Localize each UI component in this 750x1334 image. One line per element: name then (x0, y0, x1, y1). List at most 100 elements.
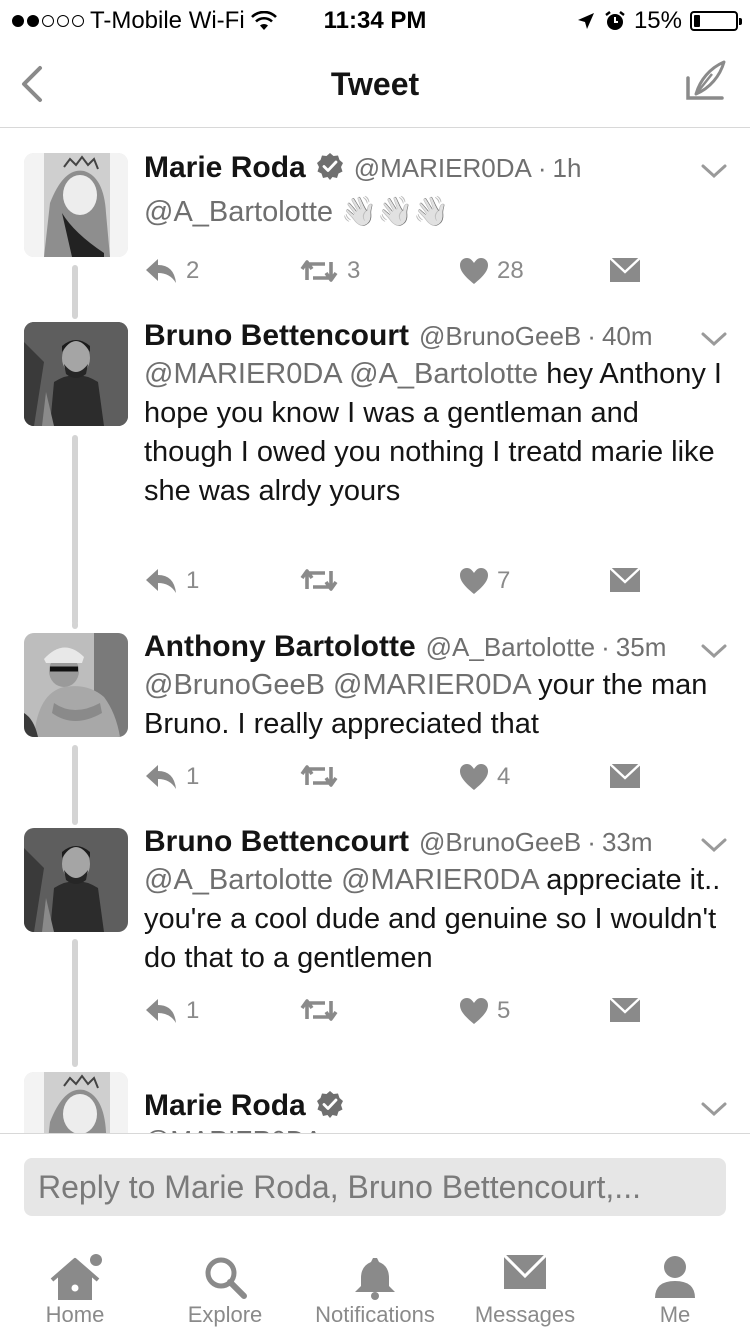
tweet-text: @A_Bartolotte 👋🏻👋🏻👋🏻 (144, 193, 722, 232)
reply-input[interactable]: Reply to Marie Roda, Bruno Bettencourt,.… (24, 1158, 726, 1216)
reply-count: 1 (186, 997, 200, 1024)
separator-dot: · (601, 632, 610, 662)
conversation-timeline[interactable]: Marie Roda @MARIER0DA · 1h @A_Bartolotte… (0, 129, 750, 1133)
author-handle[interactable]: @MARIER0DA (144, 1125, 322, 1133)
retweet-action[interactable]: 3 (299, 257, 360, 285)
mention-links[interactable]: @A_Bartolotte (144, 196, 333, 228)
avatar[interactable] (24, 322, 128, 426)
retweet-action[interactable] (299, 997, 347, 1023)
author-handle[interactable]: @BrunoGeeB (419, 321, 581, 352)
tab-home-label: Home (45, 1302, 105, 1327)
author-name[interactable]: Marie Roda (144, 1089, 306, 1123)
status-bar: T-Mobile Wi-Fi 11:34 PM 15% (0, 0, 750, 40)
home-icon (50, 1254, 102, 1300)
thread-connector (72, 621, 78, 629)
tweet-actions: 2 3 28 (144, 257, 664, 293)
tweet[interactable]: Marie Roda @MARIER0DA · 1h @A_Bartolotte… (0, 129, 750, 317)
author-name[interactable]: Bruno Bettencourt (144, 319, 409, 353)
avatar[interactable] (24, 828, 128, 932)
avatar[interactable] (24, 153, 128, 257)
author-name[interactable]: Marie Roda (144, 151, 306, 185)
tab-me[interactable]: Me (600, 1236, 750, 1334)
tweet[interactable]: Bruno Bettencourt @BrunoGeeB · 33m @A_Ba… (0, 817, 750, 1067)
alarm-clock-icon (605, 11, 625, 30)
tab-notifications[interactable]: Notifications (300, 1236, 450, 1334)
heart-icon (460, 764, 488, 790)
avatar[interactable] (24, 1072, 128, 1133)
battery-icon (690, 11, 742, 31)
tweet-timestamp: 33m (601, 827, 653, 857)
chevron-down-icon[interactable] (700, 329, 728, 349)
author-name[interactable]: Anthony Bartolotte (144, 630, 416, 664)
retweet-action[interactable] (299, 763, 347, 789)
like-action[interactable]: 5 (459, 997, 510, 1025)
reply-icon (146, 765, 176, 789)
compose-feather-icon[interactable] (682, 58, 728, 104)
tweet-text: @BrunoGeeB @MARIER0DA your the man Bruno… (144, 666, 722, 744)
mention-links[interactable]: @A_Bartolotte @MARIER0DA (144, 864, 538, 896)
retweet-count: 3 (347, 257, 361, 284)
tweet-timestamp: 35m (615, 632, 667, 662)
navigation-bar: Tweet (0, 40, 750, 128)
chevron-down-icon[interactable] (700, 641, 728, 661)
like-action[interactable]: 7 (459, 567, 510, 595)
like-count: 7 (497, 567, 511, 594)
tweet-text: @MARIER0DA @A_Bartolotte hey Anthony I h… (144, 355, 722, 511)
separator-dot: · (587, 827, 596, 857)
tab-explore[interactable]: Explore (150, 1236, 300, 1334)
bell-icon (355, 1258, 395, 1300)
tweet[interactable]: Anthony Bartolotte @A_Bartolotte · 35m @… (0, 621, 750, 823)
author-name[interactable]: Bruno Bettencourt (144, 825, 409, 859)
direct-message-action[interactable] (609, 257, 641, 283)
tab-home[interactable]: Home (0, 1236, 150, 1334)
envelope-icon (609, 763, 641, 788)
verified-badge-icon (316, 1091, 343, 1118)
tweet[interactable]: Marie Roda @MARIER0DA (0, 1067, 750, 1133)
reply-action[interactable]: 1 (144, 567, 199, 595)
chevron-down-icon[interactable] (700, 1099, 728, 1119)
battery-percent: 15% (633, 7, 682, 34)
reply-action[interactable]: 1 (144, 763, 199, 791)
like-count: 5 (497, 997, 511, 1024)
author-handle[interactable]: @BrunoGeeB (419, 827, 581, 858)
direct-message-action[interactable] (609, 763, 641, 789)
envelope-icon (503, 1254, 547, 1289)
tab-me-label: Me (659, 1302, 691, 1327)
direct-message-action[interactable] (609, 997, 641, 1023)
tweet-text: @A_Bartolotte @MARIER0DA appreciate it..… (144, 861, 722, 978)
tab-messages-label: Messages (474, 1302, 576, 1327)
author-handle[interactable]: @A_Bartolotte (426, 632, 595, 663)
tweet-header: Bruno Bettencourt @BrunoGeeB · 40m (144, 319, 690, 353)
direct-message-action[interactable] (609, 567, 641, 593)
heart-icon (460, 258, 488, 284)
person-icon (655, 1256, 695, 1298)
like-count: 4 (497, 763, 511, 790)
chevron-down-icon[interactable] (700, 835, 728, 855)
retweet-action[interactable] (299, 567, 347, 593)
avatar[interactable] (24, 633, 128, 737)
like-count: 28 (497, 257, 524, 284)
separator-dot: · (587, 321, 596, 351)
envelope-icon (609, 997, 641, 1022)
thread-connector (72, 817, 78, 825)
mention-links[interactable]: @BrunoGeeB @MARIER0DA (144, 669, 530, 701)
chevron-down-icon[interactable] (700, 161, 728, 181)
like-action[interactable]: 4 (459, 763, 510, 791)
reply-icon (146, 999, 176, 1023)
tab-messages[interactable]: Messages (450, 1236, 600, 1334)
tweet[interactable]: Bruno Bettencourt @BrunoGeeB · 40m @MARI… (0, 309, 750, 625)
like-action[interactable]: 28 (459, 257, 524, 285)
tab-explore-label: Explore (187, 1302, 263, 1327)
reply-action[interactable]: 2 (144, 257, 199, 285)
location-arrow-icon (577, 13, 594, 29)
reply-action[interactable]: 1 (144, 997, 199, 1025)
reply-bar: Reply to Marie Roda, Bruno Bettencourt,.… (0, 1133, 750, 1233)
author-handle[interactable]: @MARIER0DA (354, 153, 532, 184)
search-icon (205, 1257, 247, 1299)
tweet-body: 👋🏻👋🏻👋🏻 (341, 196, 450, 228)
thread-connector (72, 939, 78, 1067)
reply-count: 1 (186, 763, 200, 790)
thread-connector (72, 309, 78, 319)
heart-icon (460, 998, 488, 1024)
mention-links[interactable]: @MARIER0DA @A_Bartolotte (144, 358, 538, 390)
